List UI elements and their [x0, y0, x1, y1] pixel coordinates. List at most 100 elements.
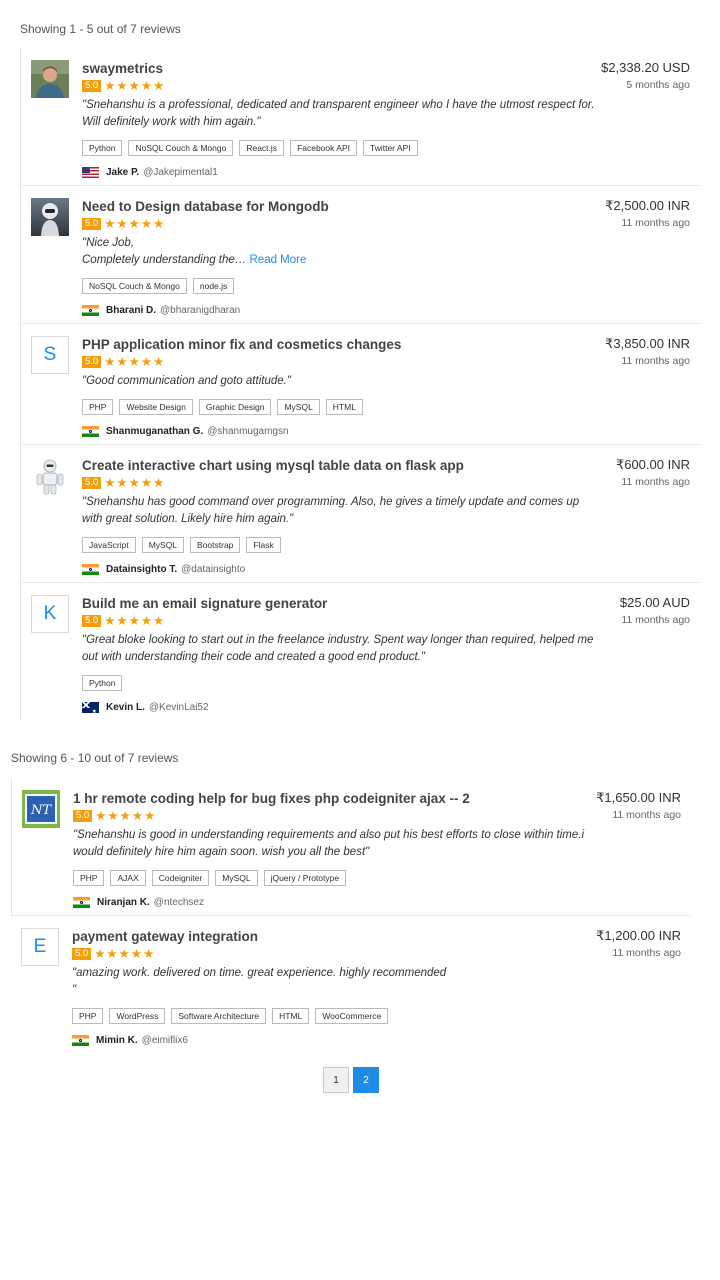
- reviewer-handle: @eimiflix6: [141, 1034, 188, 1046]
- rating-badge: 5.0: [82, 218, 102, 230]
- reviewer-name[interactable]: Shanmuganathan G.: [106, 426, 203, 437]
- review-project-title[interactable]: Build me an email signature generator: [82, 595, 610, 612]
- star-rating-icon: ★★★★★: [104, 79, 166, 93]
- review-card: swaymetrics 5.0 ★★★★★ "Snehanshu is a pr…: [20, 48, 700, 186]
- skill-tag[interactable]: Python: [82, 675, 123, 691]
- india-flag-icon: [82, 563, 99, 575]
- reviewer-avatar: [31, 457, 69, 495]
- rating-badge: 5.0: [73, 810, 93, 822]
- skill-tag[interactable]: Codeigniter: [151, 870, 210, 886]
- review-amount: $2,338.20 USD: [601, 60, 690, 75]
- reviewer-avatar: K: [31, 595, 69, 633]
- review-project-title[interactable]: 1 hr remote coding help for bug fixes ph…: [73, 790, 601, 807]
- review-date: 11 months ago: [621, 476, 690, 488]
- star-rating-icon: ★★★★★: [94, 947, 156, 961]
- review-comment: "Snehanshu is a professional, dedicated …: [82, 99, 595, 128]
- review-comment: "Snehanshu is good in understanding requ…: [73, 829, 585, 858]
- india-flag-icon: [82, 425, 99, 437]
- skill-tag[interactable]: node.js: [192, 278, 235, 294]
- review-card: Create interactive chart using mysql tab…: [20, 445, 700, 583]
- skill-tag[interactable]: HTML: [272, 1008, 310, 1024]
- skill-tag[interactable]: MySQL: [141, 537, 185, 553]
- skill-tag[interactable]: PHP: [82, 399, 114, 415]
- review-date: 11 months ago: [621, 217, 690, 229]
- review-comment-line: "amazing work. delivered on time. great …: [72, 967, 447, 979]
- reviewer-name[interactable]: Mimin K.: [96, 1035, 138, 1046]
- review-project-title[interactable]: Create interactive chart using mysql tab…: [82, 457, 610, 474]
- skill-tag[interactable]: MySQL: [277, 399, 320, 415]
- skill-tag[interactable]: WordPress: [109, 1008, 166, 1024]
- reviewer-name[interactable]: Bharani D.: [106, 305, 156, 316]
- review-date: 5 months ago: [626, 79, 690, 91]
- reviewer-handle: @KevinLai52: [148, 701, 209, 713]
- review-amount: ₹1,650.00 INR: [596, 790, 681, 805]
- skill-tag[interactable]: Website Design: [119, 399, 193, 415]
- skill-tag[interactable]: PHP: [72, 1008, 104, 1024]
- reviewer-name[interactable]: Niranjan K.: [97, 897, 150, 908]
- review-card: S PHP application minor fix and cosmetic…: [20, 324, 700, 445]
- skill-tag[interactable]: Bootstrap: [190, 537, 241, 553]
- india-flag-icon: [82, 304, 99, 316]
- rating-badge: 5.0: [82, 356, 102, 368]
- skill-tag[interactable]: NoSQL Couch & Mongo: [82, 278, 187, 294]
- reviewer-handle: @bharanigdharan: [160, 304, 241, 316]
- skill-tag[interactable]: JavaScript: [82, 537, 136, 553]
- reviewer-handle: @datainsighto: [181, 563, 246, 575]
- page-1-button[interactable]: 1: [323, 1067, 349, 1093]
- skill-tag[interactable]: Graphic Design: [198, 399, 272, 415]
- reviewer-name[interactable]: Datainsighto T.: [106, 564, 177, 575]
- svg-text:NT: NT: [30, 803, 52, 818]
- reviews-count-text: Showing 1 - 5 out of 7 reviews: [20, 22, 181, 36]
- review-card: NT 1 hr remote coding help for bug fixes…: [11, 778, 691, 916]
- review-comment: "Great bloke looking to start out in the…: [82, 634, 594, 663]
- australia-flag-icon: [82, 701, 99, 713]
- page-2-button[interactable]: 2: [353, 1067, 379, 1093]
- read-more-link[interactable]: Read More: [250, 254, 307, 266]
- reviewer-handle: @shanmugamgsn: [207, 425, 289, 437]
- review-date: 11 months ago: [621, 614, 690, 626]
- skill-tag[interactable]: Flask: [246, 537, 281, 553]
- star-rating-icon: ★★★★★: [104, 355, 166, 369]
- india-flag-icon: [73, 896, 90, 908]
- review-date: 11 months ago: [612, 947, 681, 959]
- review-card: E payment gateway integration 5.0 ★★★★★ …: [11, 916, 691, 1054]
- review-amount: $25.00 AUD: [619, 595, 690, 610]
- reviews-count-text: Showing 6 - 10 out of 7 reviews: [11, 751, 179, 765]
- review-project-title[interactable]: swaymetrics: [82, 60, 610, 77]
- review-comment-line: ": [72, 984, 77, 996]
- review-comment: "amazing work. delivered on time. great …: [72, 965, 601, 999]
- skill-tag[interactable]: Facebook API: [290, 140, 357, 156]
- skill-tag[interactable]: MySQL: [215, 870, 258, 886]
- skill-tag[interactable]: Software Architecture: [171, 1008, 267, 1024]
- reviewer-avatar: [31, 60, 69, 98]
- star-rating-icon: ★★★★★: [104, 217, 166, 231]
- skill-tag[interactable]: WooCommerce: [315, 1008, 389, 1024]
- pagination: 1 2: [323, 1067, 379, 1093]
- review-amount: ₹3,850.00 INR: [605, 336, 690, 351]
- skill-tag[interactable]: HTML: [325, 399, 363, 415]
- skill-tag[interactable]: Python: [82, 140, 123, 156]
- review-comment: "Good communication and goto attitude.": [82, 375, 291, 387]
- skill-tag[interactable]: jQuery / Prototype: [263, 870, 347, 886]
- reviewer-name[interactable]: Jake P.: [106, 167, 139, 178]
- reviewer-avatar: [31, 198, 69, 236]
- skill-tag[interactable]: Twitter API: [362, 140, 418, 156]
- star-rating-icon: ★★★★★: [95, 809, 157, 823]
- review-comment-line: "Nice Job,: [82, 237, 135, 249]
- reviewer-handle: @Jakepimental1: [143, 166, 218, 178]
- skill-tag[interactable]: PHP: [73, 870, 105, 886]
- review-project-title[interactable]: payment gateway integration: [72, 928, 601, 945]
- us-flag-icon: [82, 166, 99, 178]
- review-project-title[interactable]: Need to Design database for Mongodb: [82, 198, 610, 215]
- skill-tag[interactable]: NoSQL Couch & Mongo: [128, 140, 234, 156]
- review-card: K Build me an email signature generator …: [20, 583, 700, 720]
- skill-tag[interactable]: AJAX: [110, 870, 146, 886]
- review-date: 11 months ago: [612, 809, 681, 821]
- review-project-title[interactable]: PHP application minor fix and cosmetics …: [82, 336, 610, 353]
- reviewer-avatar: E: [21, 928, 59, 966]
- reviewer-name[interactable]: Kevin L.: [106, 702, 145, 713]
- india-flag-icon: [72, 1034, 89, 1046]
- review-comment-line: Completely understanding the…: [82, 254, 247, 266]
- skill-tag[interactable]: React.js: [239, 140, 285, 156]
- review-amount: ₹600.00 INR: [615, 457, 690, 472]
